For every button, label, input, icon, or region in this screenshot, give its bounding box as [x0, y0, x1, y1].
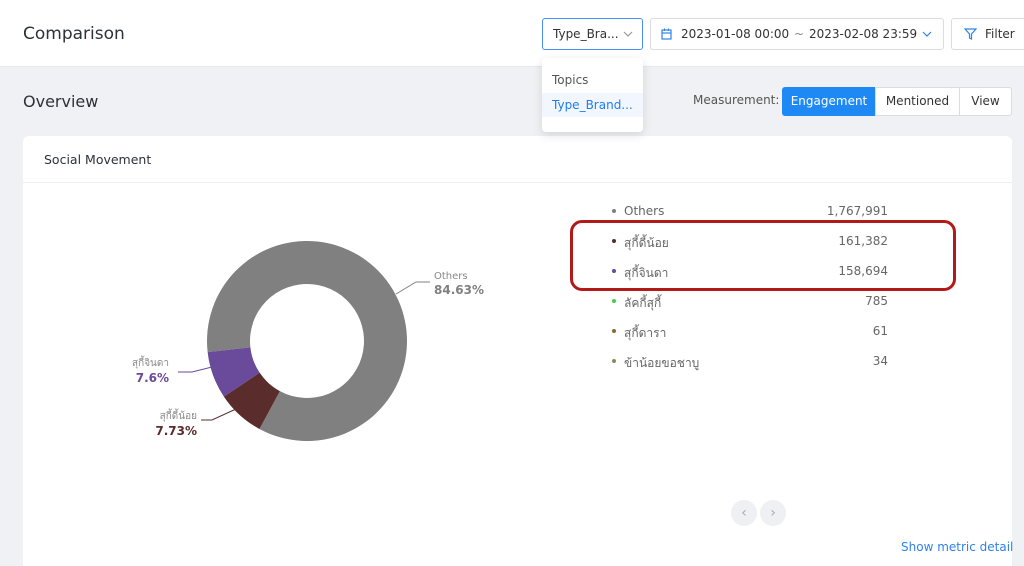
pager-prev-button[interactable]: ‹	[731, 500, 757, 526]
show-metric-detail-link[interactable]: Show metric detail	[901, 540, 1013, 554]
legend-item-name: Others	[624, 204, 665, 218]
legend-dot-icon	[612, 359, 616, 363]
type-dropdown-menu: Topics Type_Brand...	[542, 58, 643, 132]
legend-item-value: 1,767,991	[826, 204, 888, 218]
highlight-annotation	[570, 220, 956, 291]
legend-item[interactable]: ข้าน้อยขอชาบู 34	[612, 353, 892, 373]
dropdown-option-type-brand[interactable]: Type_Brand...	[542, 93, 643, 117]
dropdown-option-topics[interactable]: Topics	[542, 68, 643, 92]
legend-item-name: สุกี้ดารา	[624, 326, 667, 340]
callout-value-suki-jinda: 7.6%	[136, 371, 169, 385]
legend-item[interactable]: สุกี้ดารา 61	[612, 323, 892, 343]
callout-label-others: Others	[434, 271, 468, 282]
callout-line-suki-dee-noi	[201, 408, 237, 421]
pager-next-button[interactable]: ›	[760, 500, 786, 526]
legend-dot-icon	[612, 299, 616, 303]
legend-item-name: ลัคกี้สุกี้	[624, 296, 662, 310]
legend-dot-icon	[612, 209, 616, 213]
legend-item-value: 34	[872, 354, 888, 368]
legend-item-value: 61	[872, 324, 888, 338]
legend-item[interactable]: ลัคกี้สุกี้ 785	[612, 293, 892, 313]
legend-item-value: 785	[865, 294, 888, 308]
callout-value-others: 84.63%	[434, 283, 484, 297]
legend-dot-icon	[612, 329, 616, 333]
callout-line-others	[395, 281, 430, 295]
callout-value-suki-dee-noi: 7.73%	[155, 424, 197, 438]
callout-label-suki-dee-noi: สุกี้ดี้น้อย	[160, 408, 197, 422]
callout-line-suki-jinda	[178, 366, 213, 373]
callout-label-suki-jinda: สุกี้จินดา	[132, 355, 169, 369]
legend-item-name: ข้าน้อยขอชาบู	[624, 356, 700, 370]
